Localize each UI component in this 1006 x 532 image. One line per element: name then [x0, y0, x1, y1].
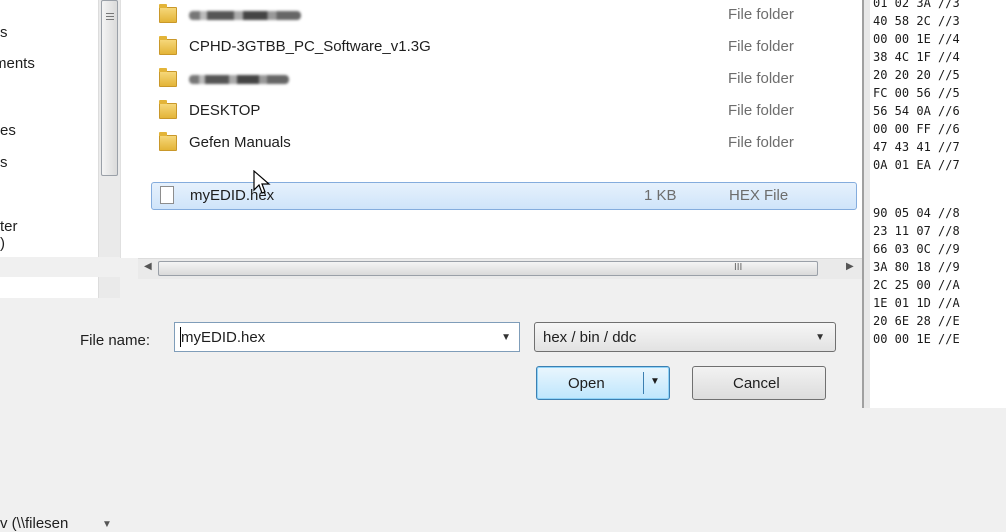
hex-line: 40 58 2C //3: [873, 14, 960, 28]
hex-line: 00 00 FF //6: [873, 122, 960, 136]
file-name-input[interactable]: myEDID.hex ▼: [174, 322, 520, 352]
hex-line: 23 11 07 //8: [873, 224, 960, 238]
nav-item-computer[interactable]: ter: [0, 218, 18, 235]
nav-item-videos[interactable]: s: [0, 154, 8, 171]
nav-vertical-scrollbar[interactable]: [98, 0, 120, 298]
open-button-label: Open: [568, 375, 605, 392]
folder-icon: [159, 68, 177, 87]
hex-line: 00 00 1E //4: [873, 32, 960, 46]
grip-icon: [106, 13, 114, 21]
nav-item-drive[interactable]: ): [0, 235, 5, 252]
horizontal-scroll-thumb[interactable]: III: [158, 261, 818, 276]
split-divider: [643, 372, 644, 394]
file-type: File folder: [728, 102, 794, 119]
file-name-value[interactable]: myEDID.hex: [181, 329, 265, 346]
file-row[interactable]: File folder: [151, 66, 857, 94]
hex-line: 66 03 0C //9: [873, 242, 960, 256]
file-type: HEX File: [729, 187, 789, 204]
folder-icon: [159, 36, 177, 55]
file-list-horizontal-scrollbar[interactable]: ◀ III ▶: [138, 258, 862, 279]
hex-editor-panel: 01 02 3A //3 40 58 2C //3 00 00 1E //4 3…: [862, 0, 1006, 408]
folder-icon: [159, 4, 177, 23]
mouse-cursor-icon: [253, 170, 271, 194]
folder-icon: [159, 132, 177, 151]
hex-line: 1E 01 1D //A: [873, 296, 960, 310]
folder-icon: [159, 100, 177, 119]
file-type-value: hex / bin / ddc: [543, 329, 637, 346]
hex-line: 20 6E 28 //E: [873, 314, 960, 328]
hex-line: 20 20 20 //5: [873, 68, 960, 82]
file-row[interactable]: DESKTOP File folder: [151, 98, 857, 126]
nav-bottom-bar: v (\\filesen ▼: [0, 257, 148, 532]
cancel-button[interactable]: Cancel: [692, 366, 826, 400]
file-name: DESKTOP: [189, 102, 261, 119]
file-type: File folder: [728, 70, 794, 87]
file-type-select[interactable]: hex / bin / ddc ▼: [534, 322, 836, 352]
chevron-down-icon[interactable]: ▼: [650, 376, 660, 387]
file-row[interactable]: File folder: [151, 2, 857, 30]
file-type: File folder: [728, 38, 794, 55]
file-size: 1 KB: [644, 187, 677, 204]
hex-line: 3A 80 18 //9: [873, 260, 960, 274]
hex-line: 00 00 1E //E: [873, 332, 960, 346]
nav-item-pictures[interactable]: es: [0, 122, 16, 139]
cancel-button-label: Cancel: [733, 375, 780, 392]
hex-line: 56 54 0A //6: [873, 104, 960, 118]
open-file-dialog: s ments es s ter ) v (\\filesen ▼ File f…: [0, 0, 863, 532]
file-row[interactable]: Gefen Manuals File folder: [151, 130, 857, 158]
navigation-pane: s ments es s ter ): [0, 0, 120, 298]
nav-item[interactable]: s: [0, 24, 8, 41]
scroll-right-icon[interactable]: ▶: [846, 261, 854, 272]
file-icon: [160, 186, 174, 204]
hex-line: 38 4C 1F //4: [873, 50, 960, 64]
file-name: CPHD-3GTBB_PC_Software_v1.3G: [189, 38, 431, 55]
hex-line: 90 05 04 //8: [873, 206, 960, 220]
chevron-down-icon: ▼: [815, 332, 825, 343]
file-type: File folder: [728, 134, 794, 151]
file-type: File folder: [728, 6, 794, 23]
file-name-label: File name:: [80, 332, 151, 349]
hex-line: FC 00 56 //5: [873, 86, 960, 100]
grip-icon: III: [734, 262, 743, 273]
hex-line: 01 02 3A //3: [873, 0, 960, 10]
nav-item-network-drive[interactable]: v (\\filesen: [0, 515, 68, 532]
hex-line: 47 43 41 //7: [873, 140, 960, 154]
open-button[interactable]: Open ▼: [536, 366, 670, 400]
file-row[interactable]: CPHD-3GTBB_PC_Software_v1.3G File folder: [151, 34, 857, 62]
chevron-down-icon[interactable]: ▼: [501, 332, 511, 343]
file-name-redacted: [189, 6, 301, 23]
nav-item-documents[interactable]: ments: [0, 55, 35, 72]
editor-gutter: [864, 0, 870, 408]
file-name-redacted: [189, 70, 289, 87]
chevron-down-icon[interactable]: ▼: [102, 519, 112, 530]
hex-line: 2C 25 00 //A: [873, 278, 960, 292]
hex-line: 0A 01 EA //7: [873, 158, 960, 172]
nav-scroll-thumb[interactable]: [101, 0, 118, 176]
scroll-left-icon[interactable]: ◀: [144, 261, 152, 272]
file-list: File folder CPHD-3GTBB_PC_Software_v1.3G…: [120, 0, 863, 258]
file-name: Gefen Manuals: [189, 134, 291, 151]
